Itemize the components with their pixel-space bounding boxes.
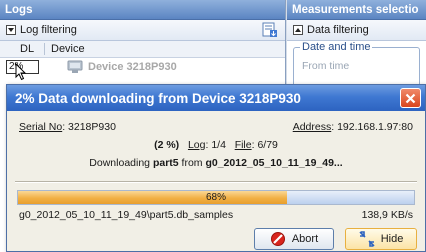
close-icon	[405, 93, 416, 103]
download-logs-icon[interactable]	[262, 22, 278, 38]
abort-button[interactable]: Abort	[254, 228, 334, 250]
dialog-titlebar[interactable]: 2% Data downloading from Device 3218P930	[7, 85, 425, 111]
progress-bar: 68%	[17, 190, 415, 205]
log-label: Log	[187, 139, 206, 151]
downloading-prefix: Downloading	[89, 157, 153, 169]
from-time-label: From time	[302, 60, 350, 72]
downloading-part: part5	[152, 157, 179, 169]
logs-panel-title: Logs	[0, 0, 285, 20]
logs-table-header: DL Device	[0, 41, 285, 58]
address-value: : 192.168.1.97:80	[331, 121, 413, 133]
dialog-title: 2% Data downloading from Device 3218P930	[15, 90, 301, 106]
download-counters: (2 %) Log: 1/4 File: 6/79	[7, 139, 425, 151]
percent-text: (2 %)	[154, 139, 180, 151]
downloading-status: Downloading part5 from g0_2012_05_10_11_…	[7, 157, 425, 169]
date-time-legend: Date and time	[300, 41, 373, 53]
downloading-from: from	[178, 157, 206, 169]
data-filtering-toggle[interactable]: Data filtering	[287, 20, 426, 41]
measurements-panel-title: Measurements selectio	[287, 0, 426, 20]
device-icon	[67, 60, 83, 73]
abort-icon	[270, 232, 285, 246]
table-row[interactable]: 2% Device 3218P930	[0, 58, 285, 81]
close-button[interactable]	[400, 88, 421, 108]
column-header-dl[interactable]: DL	[0, 43, 45, 55]
hide-label: Hide	[380, 233, 404, 245]
expand-toggle-icon[interactable]	[6, 25, 16, 35]
hide-button[interactable]: Hide	[345, 228, 417, 250]
file-label: File	[234, 139, 252, 151]
serial-number: Serial No: 3218P930	[19, 121, 116, 133]
device-cell: Device 3218P930	[67, 60, 177, 74]
progress-percent-text: 68%	[205, 192, 226, 203]
log-filtering-label: Log filtering	[20, 24, 77, 36]
serial-value: : 3218P930	[62, 121, 116, 133]
address-label: Address	[292, 121, 332, 133]
hide-icon	[359, 231, 375, 247]
log-filtering-toggle[interactable]: Log filtering	[0, 20, 285, 41]
download-dialog: 2% Data downloading from Device 3218P930…	[6, 84, 426, 252]
file-value: : 6/79	[251, 139, 278, 151]
column-header-device[interactable]: Device	[45, 43, 85, 55]
serial-label: Serial No	[19, 121, 63, 133]
downloading-source: g0_2012_05_10_11_19_49...	[205, 157, 343, 169]
device-name: Device 3218P930	[88, 61, 177, 73]
log-value: : 1/4	[205, 139, 226, 151]
divider	[15, 181, 417, 183]
mouse-cursor-icon	[15, 63, 27, 81]
device-address: Address: 192.168.1.97:80	[293, 121, 413, 133]
abort-label: Abort	[291, 233, 319, 245]
data-filtering-label: Data filtering	[307, 24, 369, 36]
download-speed: 138,9 KB/s	[361, 209, 413, 221]
current-file-path: g0_2012_05_10_11_19_49\part5.db_samples	[19, 209, 234, 221]
dialog-body: Serial No: 3218P930 Address: 192.168.1.9…	[7, 111, 425, 252]
collapse-toggle-icon[interactable]	[293, 25, 303, 35]
